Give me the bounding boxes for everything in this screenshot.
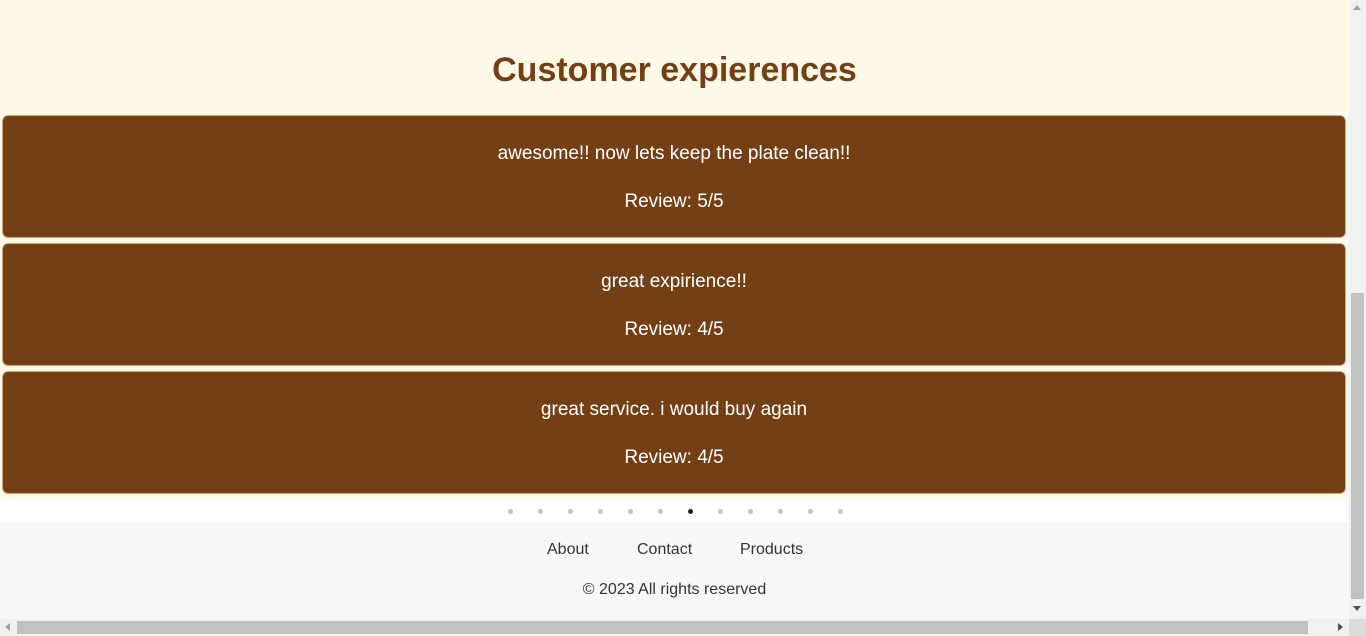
horizontal-scrollbar[interactable] [0, 619, 1349, 636]
review-rating: Review: 5/5 [624, 191, 724, 212]
footer-link-products[interactable]: Products [740, 540, 803, 560]
carousel-dot[interactable] [568, 509, 573, 514]
carousel-dot[interactable] [808, 509, 813, 514]
review-card: awesome!! now lets keep the plate clean!… [2, 115, 1346, 238]
carousel-dot[interactable] [658, 509, 663, 514]
carousel-dot[interactable] [718, 509, 723, 514]
carousel-dot[interactable] [538, 509, 543, 514]
carousel-dot[interactable] [778, 509, 783, 514]
scrollbar-corner [1349, 619, 1366, 636]
carousel-dot[interactable] [628, 509, 633, 514]
reviews-section: Customer expierences awesome!! now lets … [0, 0, 1349, 522]
scroll-right-arrow-icon[interactable] [1338, 623, 1343, 631]
copyright-text: © 2023 All rights reserved [582, 581, 767, 598]
review-rating: Review: 4/5 [624, 447, 724, 468]
review-card: great service. i would buy again Review:… [2, 371, 1346, 494]
review-comment: great service. i would buy again [540, 399, 808, 420]
section-title: Customer expierences [492, 51, 857, 89]
review-rating: Review: 4/5 [624, 319, 724, 340]
carousel-dot[interactable] [838, 509, 843, 514]
site-footer: About Contact Products © 2023 All rights… [0, 522, 1349, 619]
carousel-pagination [0, 500, 1349, 522]
footer-link-contact[interactable]: Contact [637, 540, 692, 560]
horizontal-scrollbar-thumb[interactable] [17, 621, 1308, 634]
vertical-scrollbar-thumb[interactable] [1351, 293, 1364, 599]
scroll-down-arrow-icon[interactable] [1353, 606, 1361, 611]
review-comment: great expirience!! [601, 271, 747, 292]
vertical-scrollbar[interactable] [1349, 0, 1366, 619]
page-viewport: Customer expierences awesome!! now lets … [0, 0, 1349, 619]
scroll-left-arrow-icon[interactable] [5, 623, 10, 631]
scroll-up-arrow-icon[interactable] [1353, 5, 1361, 10]
carousel-dot[interactable] [598, 509, 603, 514]
carousel-dot[interactable] [508, 509, 513, 514]
carousel-dot-active[interactable] [688, 509, 693, 514]
review-comment: awesome!! now lets keep the plate clean!… [497, 143, 851, 164]
footer-link-about[interactable]: About [547, 540, 589, 560]
review-card: great expirience!! Review: 4/5 [2, 243, 1346, 366]
carousel-dot[interactable] [748, 509, 753, 514]
